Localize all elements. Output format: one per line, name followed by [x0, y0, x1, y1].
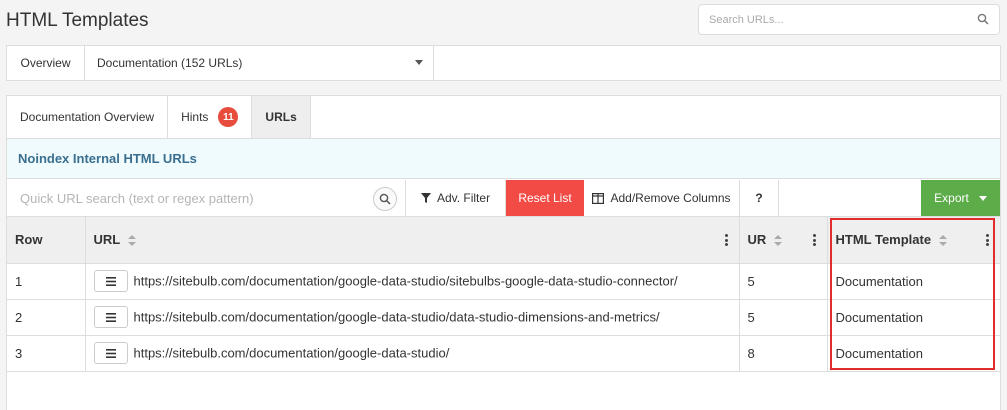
hints-count-badge: 11 — [218, 107, 239, 127]
url-cell: https://sitebulb.com/documentation/googl… — [85, 299, 740, 336]
url-link[interactable]: https://sitebulb.com/documentation/googl… — [134, 274, 678, 289]
column-header-label: Row — [15, 232, 43, 248]
menu-icon — [105, 348, 116, 358]
export-label: Export — [934, 191, 969, 205]
html-template-cell: Documentation — [827, 263, 1001, 300]
kebab-icon[interactable] — [813, 234, 817, 246]
table-row: 2 https://sitebulb.com/documentation/goo… — [7, 299, 1001, 336]
url-cell: https://sitebulb.com/documentation/googl… — [85, 335, 740, 372]
column-header-html-template[interactable]: HTML Template — [827, 217, 1001, 264]
kebab-icon[interactable] — [725, 234, 729, 246]
html-template-cell: Documentation — [827, 335, 1001, 372]
sort-icon[interactable] — [773, 235, 782, 247]
export-button[interactable]: Export — [921, 180, 1000, 216]
caret-down-icon — [415, 60, 423, 65]
report-selector-bar: Overview Documentation (152 URLs) — [6, 45, 1001, 81]
search-icon[interactable] — [977, 13, 989, 25]
page-title: HTML Templates — [6, 10, 149, 31]
urls-panel: Documentation Overview Hints 11 URLs Noi… — [6, 95, 1001, 410]
ur-cell: 8 — [739, 335, 828, 372]
ur-cell: 5 — [739, 263, 828, 300]
reset-list-button[interactable]: Reset List — [506, 180, 584, 216]
url-link[interactable]: https://sitebulb.com/documentation/googl… — [134, 310, 660, 325]
ur-cell: 5 — [739, 299, 828, 336]
search-icon — [379, 193, 391, 205]
menu-icon — [105, 312, 116, 322]
tab-documentation-overview[interactable]: Documentation Overview — [7, 96, 169, 138]
row-menu-button[interactable] — [93, 306, 128, 328]
table-toolbar: Adv. Filter Reset List Add/Remove Column… — [7, 180, 1000, 217]
column-header-url[interactable]: URL — [85, 217, 740, 264]
help-button[interactable]: ? — [740, 180, 779, 216]
add-remove-columns-label: Add/Remove Columns — [610, 191, 731, 205]
caret-down-icon — [978, 195, 987, 201]
column-header-row[interactable]: Row — [7, 217, 86, 264]
columns-icon — [592, 192, 605, 204]
tab-label: Documentation Overview — [20, 110, 155, 124]
report-select-value: Documentation (152 URLs) — [97, 56, 243, 70]
row-menu-button[interactable] — [93, 342, 128, 364]
row-number-cell: 1 — [7, 263, 86, 300]
add-remove-columns-button[interactable]: Add/Remove Columns — [584, 180, 740, 216]
sort-icon[interactable] — [938, 235, 947, 247]
quick-search-button[interactable] — [373, 187, 397, 211]
tab-urls[interactable]: URLs — [252, 96, 311, 138]
column-header-label: URL — [93, 232, 120, 248]
filter-icon — [420, 193, 431, 203]
column-header-label: UR — [747, 232, 767, 248]
menu-icon — [105, 276, 116, 286]
column-header-ur[interactable]: UR — [739, 217, 828, 264]
html-template-cell: Documentation — [827, 299, 1001, 336]
tab-hints[interactable]: Hints 11 — [168, 96, 253, 138]
quick-search — [7, 180, 406, 216]
section-title: Noindex Internal HTML URLs — [7, 139, 1000, 179]
report-select[interactable]: Documentation (152 URLs) — [85, 46, 434, 80]
kebab-icon[interactable] — [986, 234, 990, 246]
table-row: 3 https://sitebulb.com/documentation/goo… — [7, 335, 1001, 372]
url-link[interactable]: https://sitebulb.com/documentation/googl… — [134, 346, 450, 361]
url-search-box[interactable] — [698, 4, 1000, 35]
tab-label: URLs — [265, 110, 297, 124]
sort-icon[interactable] — [127, 235, 136, 247]
overview-button[interactable]: Overview — [7, 46, 85, 80]
url-search-input[interactable] — [709, 5, 969, 34]
row-number-cell: 2 — [7, 299, 86, 336]
table-row: 1 https://sitebulb.com/documentation/goo… — [7, 263, 1001, 300]
column-header-label: HTML Template — [835, 232, 932, 248]
url-cell: https://sitebulb.com/documentation/googl… — [85, 263, 740, 300]
row-number-cell: 3 — [7, 335, 86, 372]
tab-bar: Documentation Overview Hints 11 URLs — [7, 96, 311, 138]
tab-label: Hints — [181, 110, 209, 124]
row-menu-button[interactable] — [93, 270, 128, 292]
quick-search-input[interactable] — [20, 182, 360, 214]
advanced-filter-button[interactable]: Adv. Filter — [406, 180, 506, 216]
advanced-filter-label: Adv. Filter — [436, 191, 491, 205]
table-header-row: Row URL UR HTML Template — [7, 217, 1001, 264]
urls-table: Row URL UR HTML Template 1 https://siteb… — [7, 217, 1001, 372]
